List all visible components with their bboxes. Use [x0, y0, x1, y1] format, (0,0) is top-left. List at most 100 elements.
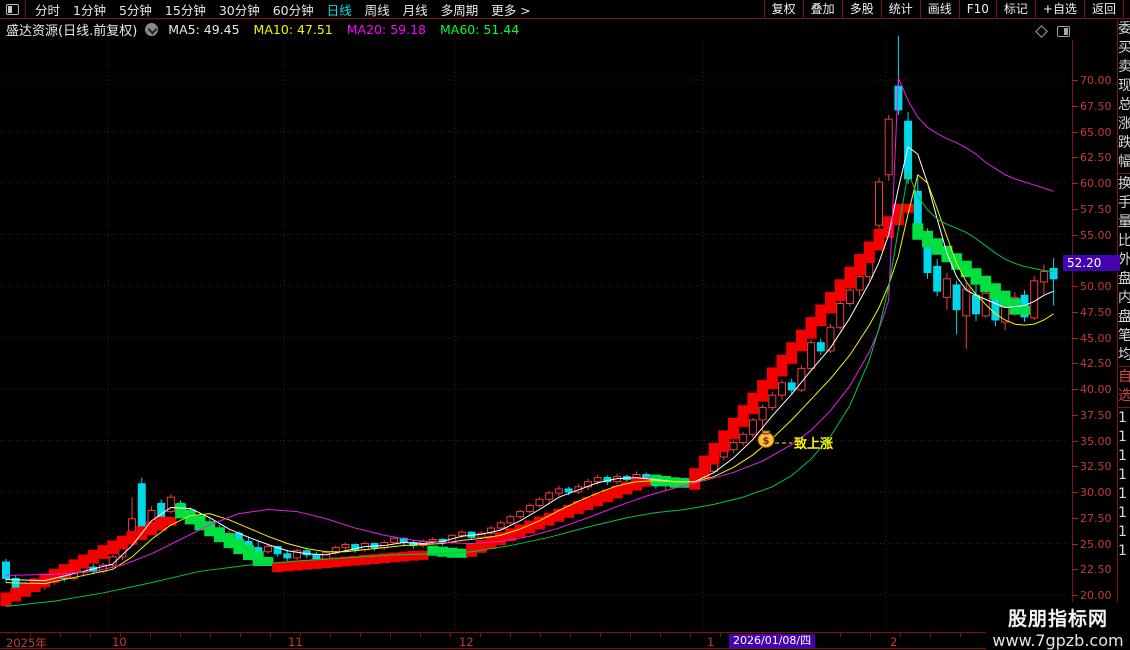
price-label: 20.00 — [1080, 589, 1112, 602]
side-panel-icon[interactable] — [1057, 26, 1070, 37]
period-tab-8[interactable]: 月线 — [403, 0, 428, 19]
trend-brick — [19, 583, 31, 597]
candle-body — [748, 419, 757, 435]
period-tab-4[interactable]: 30分钟 — [219, 0, 260, 19]
price-label: 30.00 — [1080, 486, 1112, 499]
trend-brick — [0, 592, 12, 607]
period-tab-5[interactable]: 60分钟 — [273, 0, 314, 19]
trend-brick — [708, 443, 720, 465]
date-axis: 2025年 2026/01/08/四 10 11 12 1 2 — [0, 632, 1117, 650]
trend-brick — [146, 521, 157, 536]
month-label: 2 — [890, 635, 898, 649]
candle-body — [855, 276, 864, 291]
toolbar-button-1[interactable]: 叠加 — [802, 0, 842, 19]
annotation-text: 致上涨 — [794, 436, 833, 452]
svg-text:$: $ — [763, 436, 770, 447]
period-tab-10[interactable]: 更多 > — [491, 0, 530, 19]
strip-glyph: 盘 — [1118, 308, 1130, 327]
candle-body — [341, 544, 350, 549]
date-tick — [600, 633, 601, 637]
trend-brick — [795, 329, 807, 352]
strip-glyph: 买 — [1118, 39, 1130, 58]
price-label: 42.50 — [1080, 357, 1112, 371]
price-label: 55.00 — [1080, 228, 1112, 242]
candlestick-chart[interactable]: $ 致上涨 — [0, 35, 1072, 632]
period-tab-6[interactable]: 日线 — [327, 0, 352, 19]
date-tick — [630, 633, 631, 637]
strip-glyph: 1 — [1118, 505, 1127, 521]
candle-body — [545, 492, 554, 500]
trend-brick — [398, 551, 410, 562]
trend-brick — [922, 230, 933, 248]
ma-value-2: MA20: 59.18 — [346, 21, 426, 37]
candle-body — [506, 516, 515, 524]
trend-brick — [417, 550, 429, 560]
candle-body — [778, 382, 786, 396]
strip-glyph: 换 — [1118, 175, 1130, 194]
price-tick — [1072, 234, 1078, 236]
layout-toggle-button[interactable] — [0, 0, 26, 18]
strip-glyph: 量 — [1118, 213, 1130, 232]
period-tab-9[interactable]: 多周期 — [441, 0, 479, 19]
chevron-down-icon[interactable] — [145, 22, 159, 36]
price-tick — [1072, 208, 1078, 210]
candle-body — [137, 483, 146, 529]
toolbar-button-7[interactable]: +自选 — [1034, 0, 1084, 19]
trend-brick — [310, 559, 322, 569]
diamond-icon[interactable] — [1035, 25, 1048, 38]
date-tick — [150, 633, 151, 637]
candle-body — [312, 554, 321, 560]
trend-brick — [437, 546, 448, 557]
date-tick — [240, 633, 241, 637]
price-label: 60.00 — [1080, 177, 1112, 190]
date-tick — [930, 633, 931, 637]
month-label: 10 — [112, 635, 127, 649]
strip-divider — [1118, 173, 1130, 174]
trend-brick — [631, 477, 642, 491]
price-label: 37.50 — [1080, 408, 1112, 422]
strip-glyph: 盘 — [1118, 270, 1130, 289]
trend-brick — [184, 509, 196, 525]
strip-glyph: 卖 — [1118, 58, 1130, 77]
trend-brick — [213, 527, 225, 543]
trend-brick — [718, 430, 730, 453]
trend-brick — [87, 549, 99, 564]
date-tick — [360, 633, 361, 637]
trend-brick — [78, 554, 90, 569]
quote-panel-strip[interactable]: 委买卖现总涨跌幅换手量比外盘内盘笔均自选11111111 — [1117, 20, 1130, 632]
strip-glyph: 比 — [1118, 232, 1130, 251]
toolbar-button-2[interactable]: 多股 — [841, 0, 881, 19]
date-tick — [570, 633, 571, 637]
trend-brick — [834, 279, 846, 301]
candle-body — [1039, 271, 1048, 283]
toolbar-button-8[interactable]: 返回 — [1083, 0, 1124, 19]
trend-brick — [931, 238, 943, 255]
toolbar-button-4[interactable]: 画线 — [919, 0, 959, 19]
strip-divider — [1118, 366, 1130, 367]
price-tick — [1072, 492, 1078, 493]
trend-brick — [844, 266, 856, 289]
toolbar-button-6[interactable]: 标记 — [995, 0, 1035, 19]
trend-brick — [243, 545, 254, 561]
toolbar-button-5[interactable]: F10 — [958, 0, 996, 19]
period-tab-3[interactable]: 15分钟 — [165, 0, 206, 19]
date-badge: 2026/01/08/四 — [729, 634, 816, 648]
price-label: 47.50 — [1080, 305, 1112, 319]
watermark: 股朋指标网 www.7gpzb.com — [986, 602, 1130, 650]
candle-body — [729, 442, 738, 451]
ma-value-1: MA10: 47.51 — [253, 21, 333, 37]
trend-brick — [514, 524, 526, 538]
price-tick — [1072, 105, 1078, 107]
date-tick — [270, 633, 271, 637]
period-tab-7[interactable]: 周线 — [365, 0, 390, 19]
period-tab-0[interactable]: 分时 — [35, 0, 60, 19]
toolbar-button-0[interactable]: 复权 — [763, 0, 803, 19]
trend-brick — [989, 283, 1001, 300]
period-tab-2[interactable]: 5分钟 — [119, 0, 152, 19]
strip-glyph: 内 — [1118, 289, 1130, 308]
date-tick — [30, 633, 31, 637]
date-tick — [330, 633, 331, 637]
strip-glyph: 委 — [1118, 20, 1130, 39]
toolbar-button-3[interactable]: 统计 — [880, 0, 920, 19]
period-tab-1[interactable]: 1分钟 — [73, 0, 106, 19]
